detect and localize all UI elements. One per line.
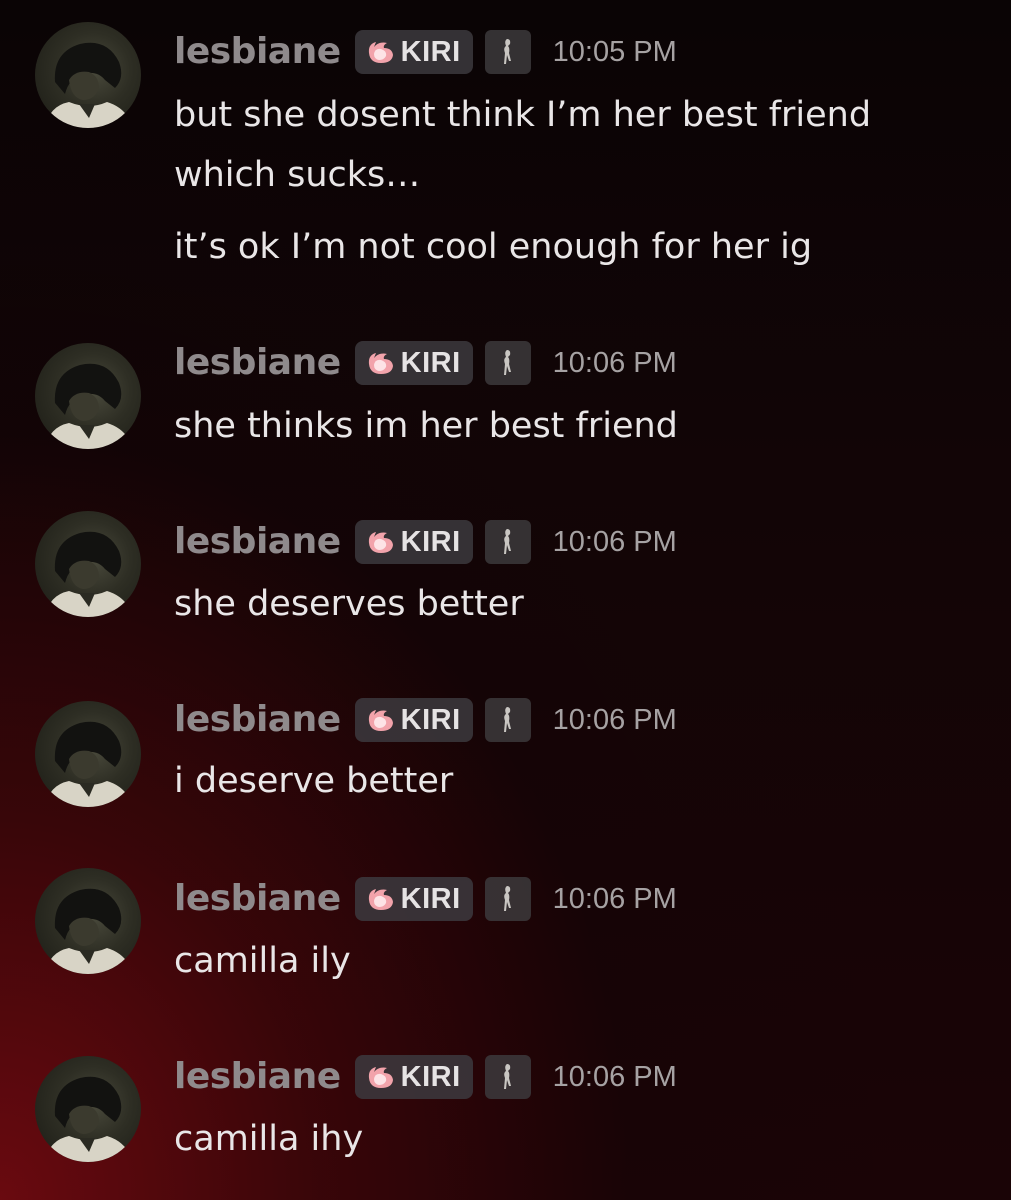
- timestamp: 10:06 PM: [552, 525, 677, 558]
- timestamp: 10:06 PM: [552, 703, 677, 736]
- chat-log: lesbiane KIRI 10:05 PM but she dosent th…: [0, 0, 1011, 1200]
- timestamp: 10:05 PM: [552, 35, 677, 68]
- flame-icon: [368, 353, 393, 374]
- message-header: lesbiane KIRI 10:06 PM: [174, 1052, 677, 1102]
- message-text: but she dosent think I’m her best friend: [174, 95, 872, 135]
- avatar-image: [45, 363, 133, 449]
- avatar-image: [45, 721, 133, 807]
- role-tag[interactable]: KIRI: [354, 698, 473, 742]
- avatar-image: [45, 1076, 133, 1162]
- figure-badge-icon[interactable]: [484, 1055, 531, 1099]
- figure-badge-icon[interactable]: [484, 520, 531, 564]
- role-label: KIRI: [400, 882, 461, 915]
- username[interactable]: lesbiane: [174, 345, 341, 381]
- username[interactable]: lesbiane: [174, 881, 341, 917]
- avatar[interactable]: [35, 511, 141, 617]
- flame-icon: [368, 1067, 393, 1088]
- flame-icon: [368, 42, 393, 63]
- username[interactable]: lesbiane: [174, 524, 341, 560]
- figure-badge-icon[interactable]: [484, 877, 531, 921]
- message-text: camilla ihy: [174, 1119, 364, 1159]
- role-label: KIRI: [400, 703, 461, 736]
- message-text: it’s ok I’m not cool enough for her ig: [174, 227, 813, 267]
- role-tag[interactable]: KIRI: [354, 30, 473, 74]
- role-label: KIRI: [400, 346, 461, 379]
- avatar[interactable]: [35, 343, 141, 449]
- avatar[interactable]: [35, 1056, 141, 1162]
- flame-icon: [368, 710, 393, 731]
- avatar-image: [45, 531, 133, 617]
- role-tag[interactable]: KIRI: [354, 877, 473, 921]
- message-header: lesbiane KIRI 10:06 PM: [174, 338, 677, 388]
- role-tag[interactable]: KIRI: [354, 1055, 473, 1099]
- timestamp: 10:06 PM: [552, 346, 677, 379]
- figure-badge-icon[interactable]: [484, 30, 531, 74]
- message-header: lesbiane KIRI 10:06 PM: [174, 695, 677, 745]
- avatar[interactable]: [35, 22, 141, 128]
- username[interactable]: lesbiane: [174, 1059, 341, 1095]
- timestamp: 10:06 PM: [552, 1060, 677, 1093]
- avatar[interactable]: [35, 868, 141, 974]
- flame-icon: [368, 532, 393, 553]
- role-tag[interactable]: KIRI: [354, 520, 473, 564]
- message-text: i deserve better: [174, 761, 454, 801]
- message-header: lesbiane KIRI 10:06 PM: [174, 517, 677, 567]
- role-label: KIRI: [400, 1060, 461, 1093]
- message-text: she deserves better: [174, 584, 524, 624]
- message-text: camilla ily: [174, 941, 351, 981]
- flame-icon: [368, 889, 393, 910]
- message-text: she thinks im her best friend: [174, 406, 678, 446]
- username[interactable]: lesbiane: [174, 702, 341, 738]
- timestamp: 10:06 PM: [552, 882, 677, 915]
- role-tag[interactable]: KIRI: [354, 341, 473, 385]
- message-header: lesbiane KIRI 10:05 PM: [174, 27, 677, 77]
- username[interactable]: lesbiane: [174, 34, 341, 70]
- figure-badge-icon[interactable]: [484, 341, 531, 385]
- role-label: KIRI: [400, 35, 461, 68]
- avatar-image: [45, 42, 133, 128]
- avatar-image: [45, 888, 133, 974]
- avatar[interactable]: [35, 701, 141, 807]
- message-header: lesbiane KIRI 10:06 PM: [174, 874, 677, 924]
- role-label: KIRI: [400, 525, 461, 558]
- message-text: which sucks…: [174, 155, 421, 195]
- figure-badge-icon[interactable]: [484, 698, 531, 742]
